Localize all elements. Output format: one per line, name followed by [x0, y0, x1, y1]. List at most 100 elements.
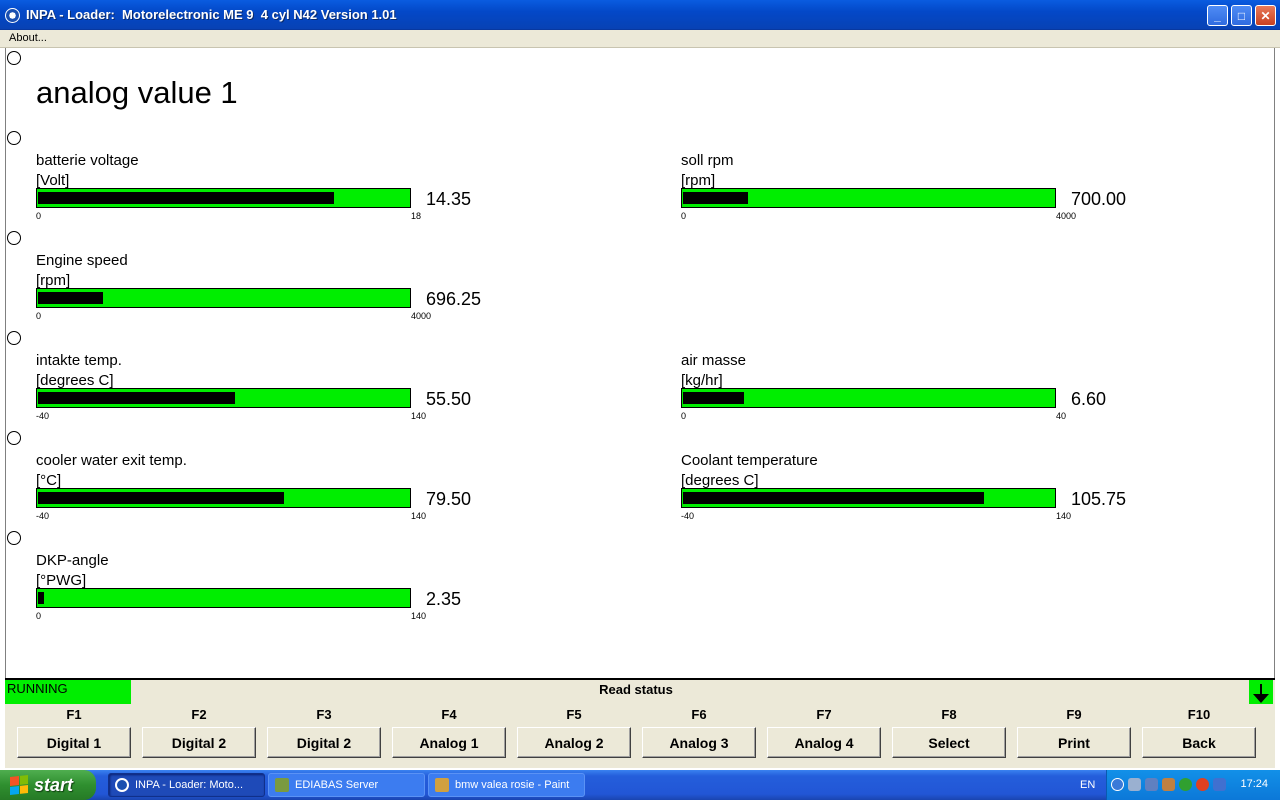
server-icon [275, 778, 289, 792]
maximize-button[interactable]: □ [1231, 5, 1252, 26]
gauge-max: 4000 [411, 311, 432, 321]
start-button[interactable]: start [0, 770, 96, 800]
network-icon[interactable] [1145, 778, 1158, 791]
back-button[interactable]: Back [1142, 727, 1256, 758]
system-tray: 17:24 [1106, 770, 1280, 800]
analog-2-button[interactable]: Analog 2 [517, 727, 631, 758]
taskbar-item-inpa[interactable]: INPA - Loader: Moto... [108, 773, 265, 797]
digital-2-button[interactable]: Digital 2 [142, 727, 256, 758]
fkey-f8: F8 Select [892, 704, 1006, 764]
gauge-coolant-temperature: Coolant temperature [degrees C] 105.75 -… [681, 452, 1141, 542]
alert-icon[interactable] [1196, 778, 1209, 791]
gauge-unit: [°PWG] [36, 572, 87, 589]
gauge-min: -40 [681, 511, 695, 521]
fkey-f1: F1 Digital 1 [17, 704, 131, 764]
print-button[interactable]: Print [1017, 727, 1131, 758]
tray-expand-icon[interactable] [1111, 778, 1124, 791]
fkey-label: F3 [316, 707, 332, 722]
gauge-bar [36, 488, 411, 508]
fkey-label: F9 [1066, 707, 1082, 722]
bmw-icon [115, 778, 129, 792]
function-key-bar: F1 Digital 1 F2 Digital 2 F3 Digital 2 F… [5, 704, 1275, 768]
gauge-bar [36, 388, 411, 408]
gauge-unit: [degrees C] [36, 372, 114, 389]
gauge-min: 0 [36, 611, 42, 621]
gauge-unit: [Volt] [36, 172, 70, 189]
gauge-dkp-angle: DKP-angle [°PWG] 2.35 0 140 [36, 552, 496, 642]
gauge-bar [36, 288, 411, 308]
gauge-label: air masse [681, 352, 747, 369]
language-indicator[interactable]: EN [1080, 779, 1095, 791]
fkey-f5: F5 Analog 2 [517, 704, 631, 764]
status-bar: RUNNING Read status [5, 678, 1275, 706]
network-icon[interactable] [1128, 778, 1141, 791]
paint-icon [435, 778, 449, 792]
gauge-unit: [rpm] [681, 172, 716, 189]
gauge-min: -40 [36, 411, 50, 421]
gauge-unit: [°C] [36, 472, 62, 489]
fkey-f2: F2 Digital 2 [142, 704, 256, 764]
fkey-label: F2 [191, 707, 207, 722]
gauge-air-masse: air masse [kg/hr] 6.60 0 40 [681, 352, 1141, 442]
window-title: INPA - Loader: Motorelectronic ME 9 4 cy… [26, 7, 397, 22]
device-icon[interactable] [1162, 778, 1175, 791]
digital-2-button-f3[interactable]: Digital 2 [267, 727, 381, 758]
gauge-min: 0 [36, 211, 42, 221]
gauge-fill [683, 392, 744, 404]
analog-1-button[interactable]: Analog 1 [392, 727, 506, 758]
fkey-label: F5 [566, 707, 582, 722]
taskbar-item-paint[interactable]: bmw valea rosie - Paint [428, 773, 585, 797]
gauge-fill [683, 192, 748, 204]
gauge-value: 700.00 [1071, 189, 1127, 209]
gauge-max: 140 [411, 411, 427, 421]
radio-indicator [7, 431, 21, 445]
analog-3-button[interactable]: Analog 3 [642, 727, 756, 758]
menu-bar: About... [0, 30, 1280, 48]
gauge-value: 6.60 [1071, 389, 1107, 409]
gauge-min: 0 [681, 411, 687, 421]
gauge-bar [681, 188, 1056, 208]
gauge-fill [38, 392, 235, 404]
digital-1-button[interactable]: Digital 1 [17, 727, 131, 758]
gauge-max: 140 [1056, 511, 1072, 521]
fkey-f3: F3 Digital 2 [267, 704, 381, 764]
display-icon[interactable] [1213, 778, 1226, 791]
gauge-fill [38, 192, 334, 204]
fkey-f4: F4 Analog 1 [392, 704, 506, 764]
read-status-label: Read status [599, 682, 673, 697]
bmw-icon[interactable] [5, 8, 20, 23]
gauge-max: 140 [411, 611, 427, 621]
taskbar-item-label: EDIABAS Server [295, 779, 379, 791]
analog-4-button[interactable]: Analog 4 [767, 727, 881, 758]
taskbar-item-label: bmw valea rosie - Paint [455, 779, 570, 791]
gauge-min: 0 [681, 211, 687, 221]
gauge-min: -40 [36, 511, 50, 521]
close-button[interactable]: ✕ [1255, 5, 1276, 26]
gauge-batterie-voltage: batterie voltage [Volt] 14.35 0 18 [36, 152, 496, 242]
gauge-value: 696.25 [426, 289, 482, 309]
update-icon[interactable] [1179, 778, 1192, 791]
fkey-label: F6 [691, 707, 707, 722]
taskbar-item-ediabas[interactable]: EDIABAS Server [268, 773, 425, 797]
minimize-button[interactable]: _ [1207, 5, 1228, 26]
select-button[interactable]: Select [892, 727, 1006, 758]
gauge-value: 105.75 [1071, 489, 1127, 509]
gauge-min: 0 [36, 311, 42, 321]
gauge-value: 14.35 [426, 189, 472, 209]
gauge-label: DKP-angle [36, 552, 109, 569]
radio-indicator [7, 231, 21, 245]
gauge-soll-rpm: soll rpm [rpm] 700.00 0 4000 [681, 152, 1141, 242]
gauge-bar [681, 488, 1056, 508]
gauge-value: 55.50 [426, 389, 472, 409]
menu-about[interactable]: About... [9, 32, 47, 44]
gauge-value: 79.50 [426, 489, 472, 509]
down-arrow-icon[interactable] [1249, 680, 1273, 706]
taskbar: start INPA - Loader: Moto... EDIABAS Ser… [0, 770, 1280, 800]
gauge-intake-temp: intakte temp. [degrees C] 55.50 -40 140 [36, 352, 496, 442]
gauge-fill [38, 592, 44, 604]
taskbar-item-label: INPA - Loader: Moto... [135, 779, 244, 791]
fkey-label: F7 [816, 707, 832, 722]
gauge-cooler-water-exit-temp: cooler water exit temp. [°C] 79.50 -40 1… [36, 452, 496, 542]
fkey-label: F10 [1187, 707, 1211, 722]
title-bar: INPA - Loader: Motorelectronic ME 9 4 cy… [0, 0, 1280, 30]
